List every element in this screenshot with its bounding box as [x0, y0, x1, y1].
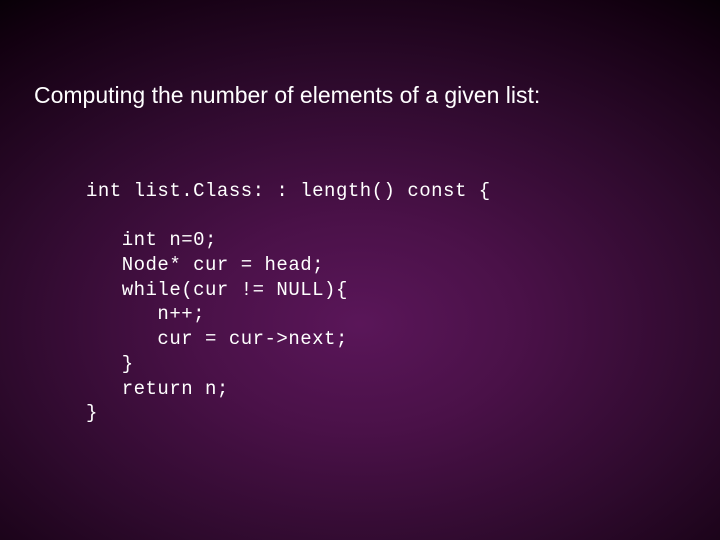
slide-container: Computing the number of elements of a gi… [0, 0, 720, 540]
slide-title: Computing the number of elements of a gi… [0, 82, 720, 109]
code-block: int list.Class: : length() const { int n… [0, 179, 720, 426]
